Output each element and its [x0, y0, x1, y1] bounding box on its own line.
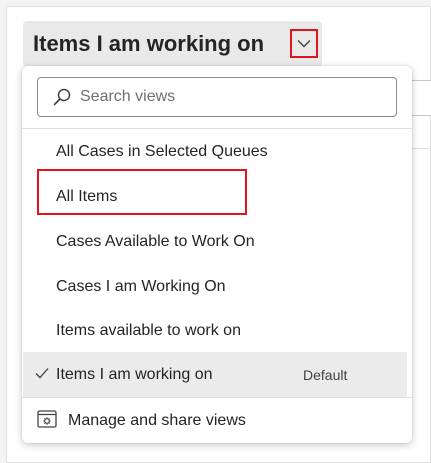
view-item-label: Cases Available to Work On: [56, 232, 255, 250]
view-item-items-i-am-working-on[interactable]: Items I am working on Default: [23, 352, 407, 397]
manage-views-button[interactable]: Manage and share views: [22, 398, 412, 443]
search-input[interactable]: [80, 88, 380, 106]
view-item-label: Cases I am Working On: [56, 277, 226, 295]
view-selector[interactable]: Items I am working on: [23, 21, 322, 67]
manage-views-label: Manage and share views: [68, 411, 246, 429]
view-item-cases-i-am-working-on[interactable]: Cases I am Working On: [22, 264, 412, 309]
view-item-items-available-to-work-on[interactable]: Items available to work on: [22, 308, 412, 353]
background-divider: [412, 148, 431, 149]
view-title: Items I am working on: [33, 31, 265, 56]
view-dropdown: All Cases in Selected Queues All Items C…: [22, 66, 412, 443]
search-box[interactable]: [37, 77, 397, 117]
view-item-all-items[interactable]: All Items: [22, 174, 412, 219]
search-icon: [53, 88, 71, 106]
view-item-label: Items available to work on: [56, 321, 241, 339]
view-selector-toggle[interactable]: [290, 29, 318, 58]
checkmark-icon: [35, 368, 49, 379]
default-badge: Default: [303, 366, 348, 383]
view-item-all-cases-in-selected-queues[interactable]: All Cases in Selected Queues: [22, 129, 412, 174]
view-item-label: All Cases in Selected Queues: [56, 142, 268, 160]
view-item-cases-available-to-work-on[interactable]: Cases Available to Work On: [22, 219, 412, 264]
view-item-label: Items I am working on: [56, 365, 213, 383]
settings-view-icon: [37, 410, 57, 428]
view-item-label: All Items: [56, 187, 118, 205]
chevron-down-icon: [297, 40, 311, 48]
